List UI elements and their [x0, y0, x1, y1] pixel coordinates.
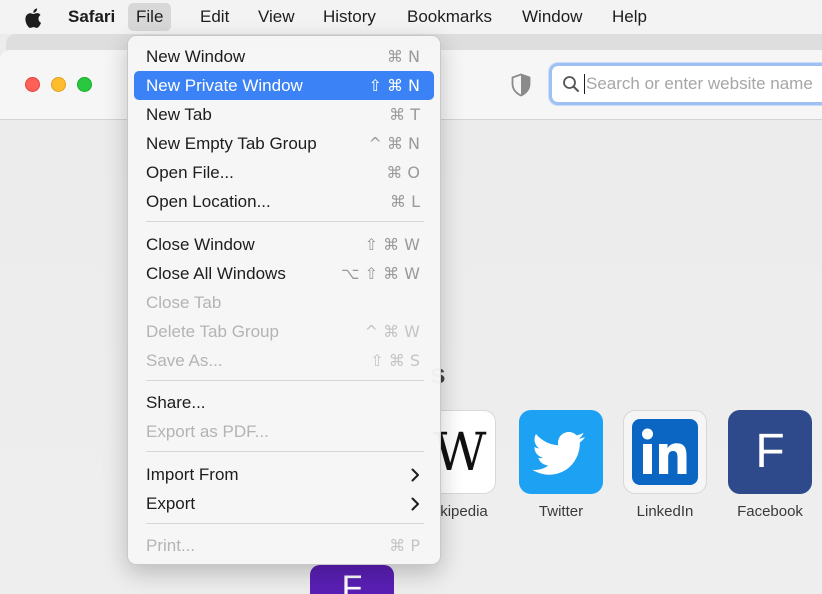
- menu-item-new-window[interactable]: New Window ⌘ N: [134, 42, 434, 71]
- zoom-window-button[interactable]: [77, 77, 92, 92]
- menu-item-open-file[interactable]: Open File... ⌘ O: [134, 158, 434, 187]
- menu-item-open-location[interactable]: Open Location... ⌘ L: [134, 187, 434, 216]
- linkedin-logo-icon: [632, 419, 698, 485]
- file-menu-dropdown: New Window ⌘ N New Private Window ⇧ ⌘ N …: [127, 35, 441, 565]
- menu-item-label: Open File...: [146, 163, 234, 182]
- search-icon: [563, 76, 579, 92]
- menu-view[interactable]: View: [250, 3, 303, 31]
- close-window-button[interactable]: [25, 77, 40, 92]
- favorite-linkedin-label: LinkedIn: [636, 503, 694, 520]
- menu-item-print: Print... ⌘ P: [134, 531, 434, 560]
- menu-item-shortcut: ⌘ L: [390, 192, 420, 211]
- minimize-window-button[interactable]: [51, 77, 66, 92]
- menu-item-new-tab[interactable]: New Tab ⌘ T: [134, 100, 434, 129]
- menu-item-label: Export as PDF...: [146, 422, 269, 441]
- menu-item-label: Delete Tab Group: [146, 322, 279, 341]
- menu-item-label: Close Window: [146, 235, 255, 254]
- chevron-right-icon: [411, 497, 419, 511]
- menu-item-label: Save As...: [146, 351, 223, 370]
- menu-item-share[interactable]: Share...: [134, 388, 434, 417]
- facebook-letter-icon: F: [755, 425, 785, 478]
- menu-separator: [146, 221, 424, 222]
- text-caret: [584, 74, 585, 94]
- menu-item-label: Close All Windows: [146, 264, 286, 283]
- menu-separator: [146, 451, 424, 452]
- menu-item-shortcut: ⇧ ⌘ W: [364, 235, 420, 254]
- menu-item-shortcut: ^ ⌘ N: [368, 134, 420, 153]
- menu-item-close-all-windows[interactable]: Close All Windows ⌥ ⇧ ⌘ W: [134, 259, 434, 288]
- menu-item-new-private-window[interactable]: New Private Window ⇧ ⌘ N: [134, 71, 434, 100]
- menu-separator: [146, 523, 424, 524]
- menu-item-label: Open Location...: [146, 192, 271, 211]
- apple-logo-icon[interactable]: [22, 6, 46, 30]
- menu-item-new-empty-tab-group[interactable]: New Empty Tab Group ^ ⌘ N: [134, 129, 434, 158]
- menu-item-label: Close Tab: [146, 293, 222, 312]
- menu-item-label: New Private Window: [146, 76, 303, 95]
- menu-item-shortcut: ⇧ ⌘ S: [370, 351, 420, 370]
- menu-item-export-as-pdf: Export as PDF...: [134, 417, 434, 446]
- menu-item-close-window[interactable]: Close Window ⇧ ⌘ W: [134, 230, 434, 259]
- favorite-facebook-tile[interactable]: F: [728, 410, 812, 494]
- menu-item-label: Import From: [146, 465, 239, 484]
- address-search-field[interactable]: Search or enter website name: [549, 63, 822, 105]
- menu-item-shortcut: ^ ⌘ W: [364, 322, 420, 341]
- search-placeholder: Search or enter website name: [586, 74, 813, 93]
- menu-item-label: New Empty Tab Group: [146, 134, 317, 153]
- menu-item-shortcut: ⌘ N: [386, 47, 420, 66]
- menu-item-shortcut: ⌥ ⇧ ⌘ W: [341, 264, 420, 283]
- menu-separator: [146, 380, 424, 381]
- tile-letter-icon: F: [341, 569, 363, 594]
- favorite-linkedin-tile[interactable]: [623, 410, 707, 494]
- menu-item-shortcut: ⌘ T: [389, 105, 420, 124]
- menu-app-safari[interactable]: Safari: [60, 3, 123, 31]
- menu-item-import-from[interactable]: Import From: [134, 460, 434, 489]
- menu-file[interactable]: File: [128, 3, 172, 31]
- menu-item-close-tab: Close Tab: [134, 288, 434, 317]
- privacy-shield-icon[interactable]: [510, 73, 532, 97]
- menu-bookmarks[interactable]: Bookmarks: [399, 3, 500, 31]
- twitter-bird-icon: [532, 432, 586, 475]
- menu-item-shortcut: ⇧ ⌘ N: [368, 76, 420, 95]
- menu-item-save-as: Save As... ⇧ ⌘ S: [134, 346, 434, 375]
- favorite-twitter-label: Twitter: [538, 503, 584, 520]
- menu-item-label: Share...: [146, 393, 206, 412]
- menu-item-label: New Window: [146, 47, 246, 66]
- menu-help[interactable]: Help: [604, 3, 655, 31]
- chevron-right-icon: [411, 468, 419, 482]
- menu-item-shortcut: ⌘ O: [386, 163, 420, 182]
- menu-item-delete-tab-group: Delete Tab Group ^ ⌘ W: [134, 317, 434, 346]
- menu-item-label: Export: [146, 494, 196, 513]
- menu-window[interactable]: Window: [514, 3, 590, 31]
- favorite-facebook-label: Facebook: [737, 503, 803, 520]
- wikipedia-logo-icon: W: [433, 423, 487, 483]
- menu-history[interactable]: History: [315, 3, 384, 31]
- favorite-tile-partial[interactable]: F: [310, 565, 394, 594]
- menu-item-label: Print...: [146, 536, 196, 555]
- menu-item-label: New Tab: [146, 105, 212, 124]
- menu-item-export[interactable]: Export: [134, 489, 434, 518]
- menu-item-shortcut: ⌘ P: [389, 536, 420, 555]
- favorite-twitter-tile[interactable]: [519, 410, 603, 494]
- menu-bar: Safari File Edit View History Bookmarks …: [0, 0, 822, 34]
- menu-edit[interactable]: Edit: [192, 3, 237, 31]
